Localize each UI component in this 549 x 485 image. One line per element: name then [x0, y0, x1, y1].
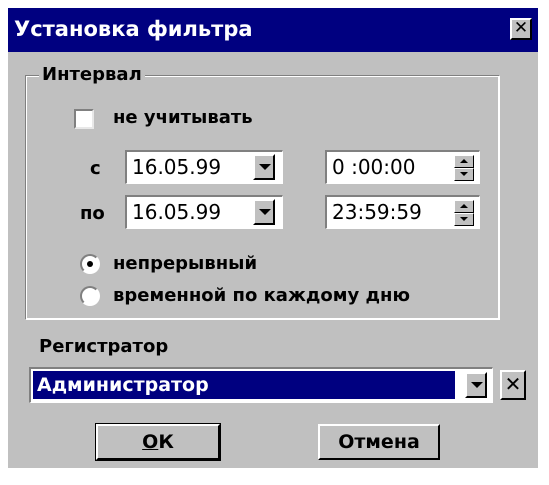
- ignore-interval-label[interactable]: не учитывать: [113, 107, 253, 128]
- chevron-down-icon[interactable]: [253, 199, 275, 225]
- spin-down-icon[interactable]: [454, 168, 474, 181]
- from-date-value: 16.05.99: [132, 155, 222, 179]
- to-date-value: 16.05.99: [132, 200, 222, 224]
- from-time-value: 0 :00:00: [332, 155, 416, 179]
- to-label: по: [80, 203, 105, 224]
- daily-radio-label[interactable]: временной по каждому дню: [113, 285, 410, 306]
- cancel-label: Отмена: [338, 431, 420, 453]
- ignore-interval-checkbox[interactable]: [74, 109, 94, 129]
- registrar-value: Администратор: [33, 371, 455, 399]
- continuous-radio-label[interactable]: непрерывный: [113, 253, 257, 274]
- window-title: Установка фильтра: [14, 17, 253, 41]
- to-time-field[interactable]: 23:59:59: [325, 195, 480, 229]
- spin-up-icon[interactable]: [454, 200, 474, 213]
- ok-label: К: [158, 431, 174, 453]
- registrar-combo[interactable]: Администратор: [29, 367, 493, 403]
- continuous-radio[interactable]: [80, 254, 100, 274]
- from-date-combo[interactable]: 16.05.99: [125, 150, 283, 184]
- daily-radio[interactable]: [80, 286, 100, 306]
- clear-registrar-button[interactable]: ✕: [500, 370, 526, 400]
- interval-legend: Интервал: [39, 64, 145, 85]
- from-time-field[interactable]: 0 :00:00: [325, 150, 480, 184]
- radio-selected-dot: [87, 261, 93, 267]
- title-bar: Установка фильтра ✕: [8, 8, 538, 52]
- close-button[interactable]: ✕: [510, 18, 532, 40]
- ok-button[interactable]: ОК: [95, 423, 221, 461]
- registrar-label: Регистратор: [39, 336, 169, 357]
- chevron-down-icon[interactable]: [465, 372, 487, 398]
- to-date-combo[interactable]: 16.05.99: [125, 195, 283, 229]
- close-icon: ✕: [504, 372, 522, 396]
- spin-up-icon[interactable]: [454, 155, 474, 168]
- cancel-button[interactable]: Отмена: [318, 424, 440, 460]
- close-icon: ✕: [513, 18, 529, 38]
- to-time-value: 23:59:59: [332, 200, 422, 224]
- from-label: с: [90, 158, 101, 179]
- chevron-down-icon[interactable]: [253, 154, 275, 180]
- spin-down-icon[interactable]: [454, 213, 474, 226]
- ok-accelerator: О: [142, 431, 159, 453]
